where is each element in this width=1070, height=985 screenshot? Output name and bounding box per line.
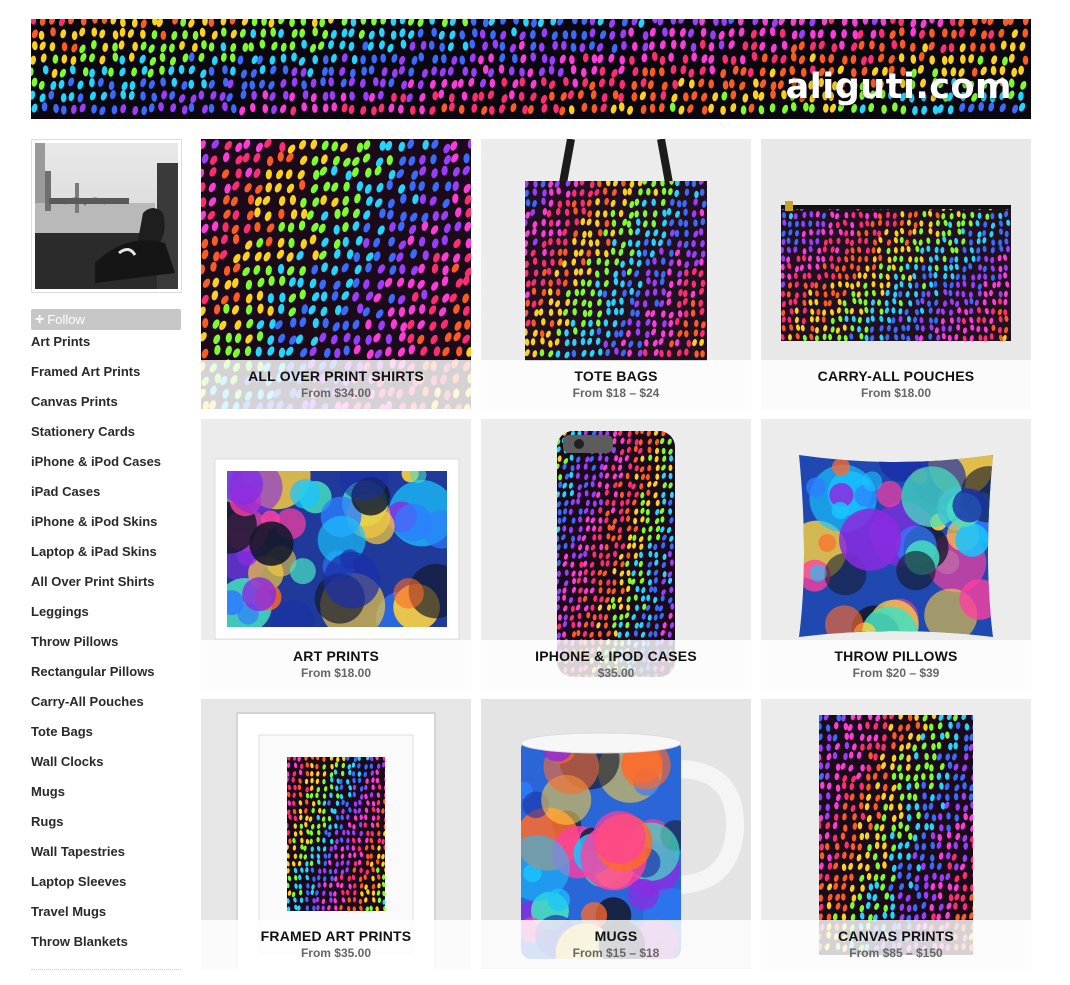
product-name[interactable]: IPHONE & IPOD CASES (481, 648, 751, 664)
product-price: $35.00 (597, 666, 635, 680)
sidebar-item-wall-tapestries[interactable]: Wall Tapestries (31, 841, 182, 871)
sidebar-item-art-prints[interactable]: Art Prints (31, 331, 182, 361)
category-nav: Art Prints Framed Art Prints Canvas Prints… (31, 331, 182, 961)
product-caption: ART PRINTS From $18.00 (201, 640, 471, 689)
product-card-throw-pillows[interactable]: THROW PILLOWS From $20 – $39 (761, 419, 1031, 689)
product-name[interactable]: TOTE BAGS (481, 368, 751, 384)
sidebar-item-throw-blankets[interactable]: Throw Blankets (31, 931, 182, 961)
product-card-tote-bags[interactable]: TOTE BAGS From $18 – $24 (481, 139, 751, 409)
sidebar-item-canvas-prints[interactable]: Canvas Prints (31, 391, 182, 421)
product-price: From $15 – $18 (572, 946, 660, 960)
follow-button[interactable]: + Follow (31, 309, 181, 330)
product-card-canvas-prints[interactable]: CANVAS PRINTS From $85 – $150 (761, 699, 1031, 969)
product-caption: THROW PILLOWS From $20 – $39 (761, 640, 1031, 689)
product-card-mugs[interactable]: MUGS From $15 – $18 (481, 699, 751, 969)
sidebar: + Follow Art Prints Framed Art Prints Canv… (31, 139, 182, 961)
product-card-art-prints[interactable]: ART PRINTS From $18.00 (201, 419, 471, 689)
profile-photo (35, 143, 178, 289)
product-price: From $18.00 (860, 386, 932, 400)
sidebar-item-rectangular-pillows[interactable]: Rectangular Pillows (31, 661, 182, 691)
sidebar-item-iphone-and-ipod-skins[interactable]: iPhone & iPod Skins (31, 511, 182, 541)
follow-label: Follow (47, 312, 85, 327)
product-caption: FRAMED ART PRINTS From $35.00 (201, 920, 471, 969)
product-name[interactable]: CANVAS PRINTS (761, 928, 1031, 944)
product-name[interactable]: ALL OVER PRINT SHIRTS (201, 368, 471, 384)
sidebar-item-rugs[interactable]: Rugs (31, 811, 182, 841)
sidebar-item-tote-bags[interactable]: Tote Bags (31, 721, 182, 751)
product-price: From $20 – $39 (852, 666, 940, 680)
product-name[interactable]: ART PRINTS (201, 648, 471, 664)
header-banner[interactable]: aliguti.com (31, 19, 1031, 119)
sidebar-item-iphone-and-ipod-cases[interactable]: iPhone & iPod Cases (31, 451, 182, 481)
sidebar-item-carry-all-pouches[interactable]: Carry-All Pouches (31, 691, 182, 721)
product-name[interactable]: CARRY-ALL POUCHES (761, 368, 1031, 384)
plus-icon: + (35, 310, 45, 328)
product-name[interactable]: MUGS (481, 928, 751, 944)
avatar[interactable] (31, 139, 182, 293)
product-price: From $35.00 (300, 946, 372, 960)
product-name[interactable]: FRAMED ART PRINTS (201, 928, 471, 944)
sidebar-item-wall-clocks[interactable]: Wall Clocks (31, 751, 182, 781)
product-price: From $85 – $150 (849, 946, 943, 960)
sidebar-item-all-over-print-shirts[interactable]: All Over Print Shirts (31, 571, 182, 601)
product-caption: CARRY-ALL POUCHES From $18.00 (761, 360, 1031, 409)
product-caption: MUGS From $15 – $18 (481, 920, 751, 969)
product-caption: TOTE BAGS From $18 – $24 (481, 360, 751, 409)
product-card-framed-art-prints[interactable]: FRAMED ART PRINTS From $35.00 (201, 699, 471, 969)
product-caption: ALL OVER PRINT SHIRTS From $34.00 (201, 360, 471, 409)
product-card-carry-all-pouches[interactable]: CARRY-ALL POUCHES From $18.00 (761, 139, 1031, 409)
sidebar-item-laptop-sleeves[interactable]: Laptop Sleeves (31, 871, 182, 901)
product-card-all-over-print-shirts[interactable]: ALL OVER PRINT SHIRTS From $34.00 (201, 139, 471, 409)
sidebar-item-leggings[interactable]: Leggings (31, 601, 182, 631)
sidebar-item-stationery-cards[interactable]: Stationery Cards (31, 421, 182, 451)
product-caption: IPHONE & IPOD CASES $35.00 (481, 640, 751, 689)
sidebar-item-laptop-and-ipad-skins[interactable]: Laptop & iPad Skins (31, 541, 182, 571)
product-card-iphone-and-ipod-cases[interactable]: IPHONE & IPOD CASES $35.00 (481, 419, 751, 689)
site-title[interactable]: aliguti.com (786, 67, 1012, 107)
sidebar-item-mugs[interactable]: Mugs (31, 781, 182, 811)
sidebar-item-framed-art-prints[interactable]: Framed Art Prints (31, 361, 182, 391)
sidebar-divider (31, 969, 181, 970)
sidebar-item-throw-pillows[interactable]: Throw Pillows (31, 631, 182, 661)
product-name[interactable]: THROW PILLOWS (761, 648, 1031, 664)
sidebar-item-travel-mugs[interactable]: Travel Mugs (31, 901, 182, 931)
product-price: From $34.00 (300, 386, 372, 400)
product-caption: CANVAS PRINTS From $85 – $150 (761, 920, 1031, 969)
product-price: From $18 – $24 (572, 386, 660, 400)
sidebar-item-ipad-cases[interactable]: iPad Cases (31, 481, 182, 511)
product-price: From $18.00 (300, 666, 372, 680)
